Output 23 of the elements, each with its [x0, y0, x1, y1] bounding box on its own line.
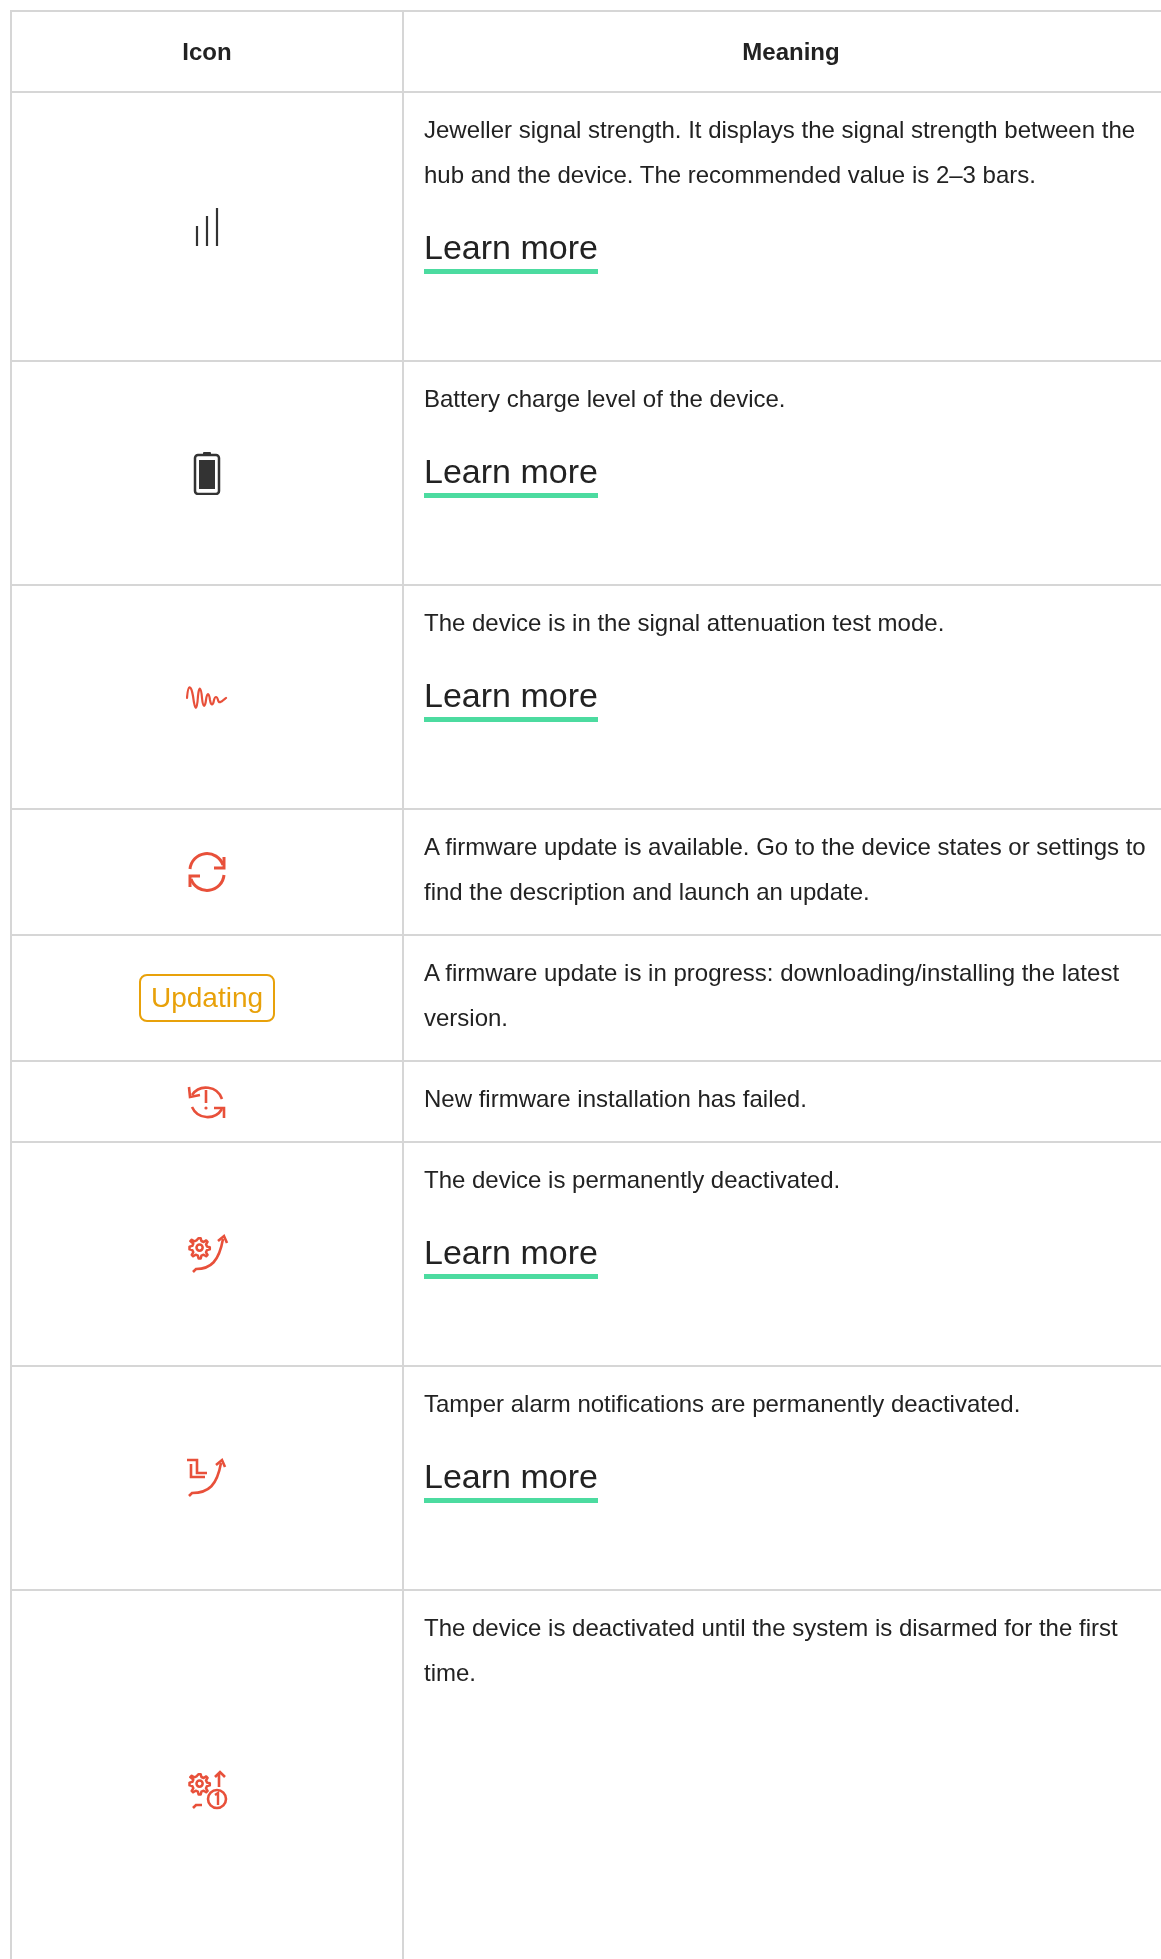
column-header: Meaning [403, 11, 1161, 92]
meaning-text: Jeweller signal strength. It displays the signal strength between the hub and the device. The recommended value is 2–3 bars. [424, 115, 1137, 190]
battery-icon [193, 451, 221, 495]
meaning-text: The device is in the signal attenuation test mode. [424, 608, 946, 638]
meaning-text: The device is permanently deactivated. [424, 1165, 842, 1195]
learn-more-link[interactable]: Learn more [424, 449, 598, 498]
gear-number-icon [185, 1769, 229, 1811]
meaning-text: The device is deactivated until the system is disarmed for the first time. [424, 1613, 1119, 1688]
meaning-text: A firmware update is available. Go to the device states or settings to find the description and launch an update. [424, 832, 1147, 907]
learn-more-link[interactable]: Learn more [424, 1230, 598, 1279]
meaning-text: Battery charge level of the device. [424, 384, 787, 414]
status-badge: Updating [138, 974, 276, 1022]
learn-more-link[interactable]: Learn more [424, 225, 598, 274]
meaning-text: A firmware update is in progress: downloading/installing the latest version. [424, 958, 1121, 1033]
meaning-text: New firmware installation has failed. [424, 1084, 808, 1114]
refresh-icon [186, 851, 228, 893]
learn-more-link[interactable]: Learn more [424, 1454, 598, 1503]
gear-arrow-icon [185, 1233, 229, 1275]
meaning-text: Tamper alarm notifications are permanently deactivated. [424, 1389, 1022, 1419]
learn-more-link[interactable]: Learn more [424, 673, 598, 722]
signal-bars-icon [193, 206, 221, 247]
column-header: Icon [11, 11, 403, 92]
tamper-arrow-icon [185, 1457, 229, 1499]
